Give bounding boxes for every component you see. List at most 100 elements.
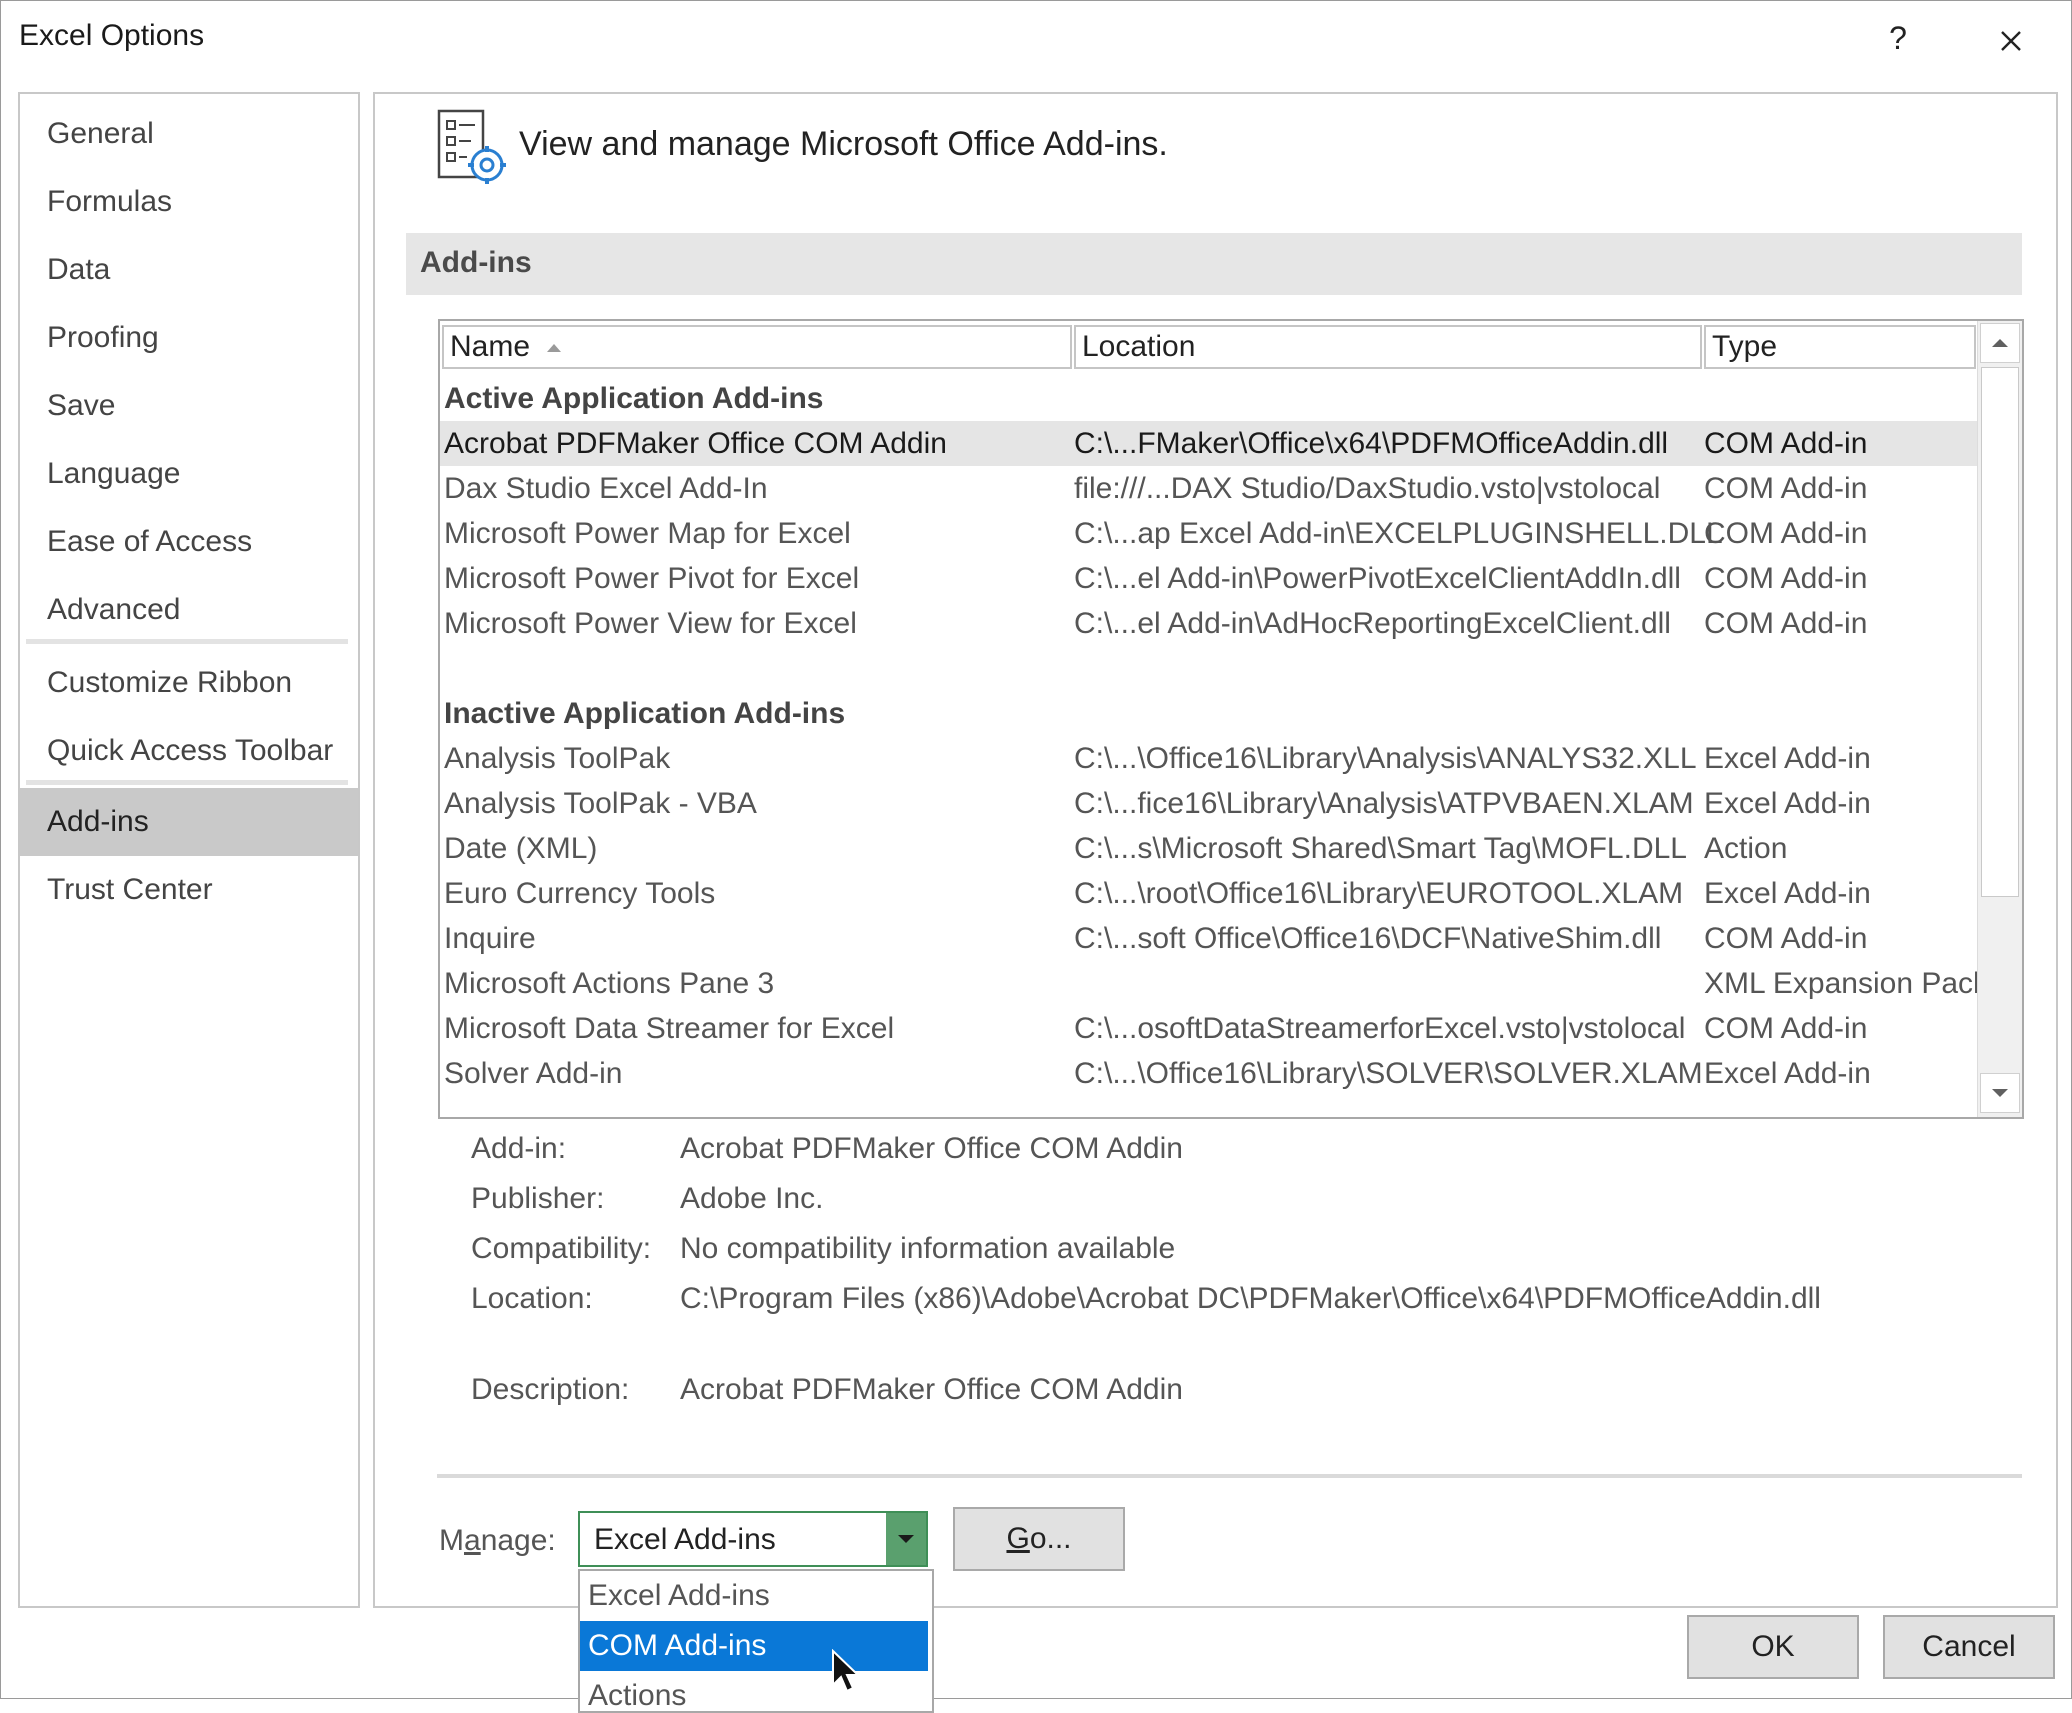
close-icon — [2001, 30, 2021, 51]
detail-description-value: Acrobat PDFMaker Office COM Addin — [680, 1373, 1183, 1406]
group-header-active: Active Application Add-ins — [440, 376, 1977, 421]
table-row[interactable]: Dax Studio Excel Add-In file:///...DAX S… — [440, 466, 1977, 511]
nav-item-save[interactable]: Save — [20, 372, 358, 440]
help-button[interactable]: ? — [1873, 15, 1923, 61]
addin-location: C:\...osoftDataStreamerforExcel.vsto|vst… — [1074, 1012, 1686, 1045]
table-row[interactable]: Date (XML) C:\...s\Microsoft Shared\Smar… — [440, 826, 1977, 871]
addin-location: C:\...soft Office\Office16\DCF\NativeShi… — [1074, 922, 1662, 955]
addins-list[interactable]: Name Location Type Active Application Ad… — [438, 319, 2024, 1119]
table-row[interactable]: Inquire C:\...soft Office\Office16\DCF\N… — [440, 916, 1977, 961]
dropdown-option-com-addins[interactable]: COM Add-ins — [580, 1621, 928, 1671]
scroll-up-button[interactable] — [1980, 323, 2020, 363]
panel-divider — [437, 1474, 2022, 1478]
addin-location: C:\...FMaker\Office\x64\PDFMOfficeAddin.… — [1074, 427, 1669, 460]
go-button[interactable]: Go... — [953, 1507, 1125, 1571]
chevron-down-icon — [898, 1535, 914, 1543]
addin-name: Microsoft Power Map for Excel — [444, 517, 851, 550]
table-row[interactable]: Euro Currency Tools C:\...\root\Office16… — [440, 871, 1977, 916]
list-scrollbar[interactable] — [1977, 321, 2022, 1117]
addin-location: C:\...s\Microsoft Shared\Smart Tag\MOFL.… — [1074, 832, 1687, 865]
table-row[interactable]: Analysis ToolPak - VBA C:\...fice16\Libr… — [440, 781, 1977, 826]
manage-dropdown-button[interactable] — [886, 1513, 926, 1565]
detail-publisher-value: Adobe Inc. — [680, 1182, 824, 1215]
addin-type: Action — [1704, 832, 1788, 865]
section-title: Add-ins — [420, 246, 532, 279]
column-header-location[interactable]: Location — [1074, 325, 1702, 369]
addin-name: Dax Studio Excel Add-In — [444, 472, 768, 505]
addins-settings-icon — [437, 109, 506, 184]
cancel-button[interactable]: Cancel — [1883, 1615, 2055, 1679]
table-row[interactable]: Microsoft Data Streamer for Excel C:\...… — [440, 1006, 1977, 1051]
table-row[interactable]: Solver Add-in C:\...\Office16\Library\SO… — [440, 1051, 1977, 1096]
addin-location: C:\...el Add-in\PowerPivotExcelClientAdd… — [1074, 562, 1681, 595]
group-title: Inactive Application Add-ins — [444, 697, 846, 730]
sort-ascending-icon — [547, 344, 562, 353]
manage-select[interactable]: Excel Add-ins — [578, 1511, 928, 1567]
mouse-cursor-icon — [832, 1649, 861, 1693]
addin-name: Inquire — [444, 922, 536, 955]
table-row[interactable]: Analysis ToolPak C:\...\Office16\Library… — [440, 736, 1977, 781]
nav-divider — [26, 639, 348, 644]
addin-name: Microsoft Data Streamer for Excel — [444, 1012, 895, 1045]
column-header-type[interactable]: Type — [1704, 325, 1976, 369]
table-row[interactable]: Acrobat PDFMaker Office COM Addin C:\...… — [440, 421, 1977, 466]
close-button[interactable] — [1986, 15, 2036, 61]
nav-item-customize-ribbon[interactable]: Customize Ribbon — [20, 649, 358, 717]
addin-name: Microsoft Power Pivot for Excel — [444, 562, 860, 595]
addin-name: Analysis ToolPak - VBA — [444, 787, 757, 820]
nav-item-add-ins[interactable]: Add-ins — [20, 788, 358, 856]
nav-item-general[interactable]: General — [20, 100, 358, 168]
addin-name: Microsoft Actions Pane 3 — [444, 967, 775, 1000]
table-row[interactable]: Microsoft Power Pivot for Excel C:\...el… — [440, 556, 1977, 601]
addin-type: COM Add-in — [1704, 922, 1868, 955]
nav-item-formulas[interactable]: Formulas — [20, 168, 358, 236]
detail-description-label: Description: — [471, 1373, 630, 1406]
nav-item-data[interactable]: Data — [20, 236, 358, 304]
addin-type: COM Add-in — [1704, 607, 1868, 640]
scroll-thumb[interactable] — [1981, 367, 2019, 897]
detail-location-value: C:\Program Files (x86)\Adobe\Acrobat DC\… — [680, 1282, 1821, 1315]
dropdown-option-excel-addins[interactable]: Excel Add-ins — [580, 1571, 928, 1621]
column-header-label: Type — [1712, 330, 1778, 363]
nav-item-trust-center[interactable]: Trust Center — [20, 856, 358, 924]
addin-type: COM Add-in — [1704, 472, 1868, 505]
addin-name: Acrobat PDFMaker Office COM Addin — [444, 427, 947, 460]
manage-select-value: Excel Add-ins — [594, 1523, 776, 1556]
excel-options-dialog: Excel Options ? General Formulas Data Pr… — [0, 0, 2072, 1713]
column-header-label: Name — [450, 330, 531, 363]
detail-compatibility-label: Compatibility: — [471, 1232, 652, 1265]
group-title: Active Application Add-ins — [444, 382, 824, 415]
detail-location-label: Location: — [471, 1282, 593, 1315]
options-nav: General Formulas Data Proofing Save Lang… — [18, 92, 360, 1608]
addin-location: file:///...DAX Studio/DaxStudio.vsto|vst… — [1074, 472, 1661, 505]
nav-item-ease-of-access[interactable]: Ease of Access — [20, 508, 358, 576]
table-row[interactable]: Microsoft Actions Pane 3 XML Expansion P… — [440, 961, 1988, 1006]
detail-publisher-label: Publisher: — [471, 1182, 605, 1215]
detail-addin-value: Acrobat PDFMaker Office COM Addin — [680, 1132, 1183, 1165]
nav-item-language[interactable]: Language — [20, 440, 358, 508]
addin-location: C:\...\Office16\Library\SOLVER\SOLVER.XL… — [1074, 1057, 1703, 1090]
header-text: View and manage Microsoft Office Add-ins… — [519, 125, 1168, 163]
column-header-label: Location — [1082, 330, 1196, 363]
table-row[interactable]: Microsoft Power Map for Excel C:\...ap E… — [440, 511, 1977, 556]
table-row[interactable]: Microsoft Power View for Excel C:\...el … — [440, 601, 1977, 646]
scroll-down-button[interactable] — [1980, 1073, 2020, 1113]
addin-type: Excel Add-in — [1704, 1057, 1871, 1090]
addin-location: C:\...ap Excel Add-in\EXCELPLUGINSHELL.D… — [1074, 517, 1723, 550]
nav-item-advanced[interactable]: Advanced — [20, 576, 358, 644]
addin-name: Microsoft Power View for Excel — [444, 607, 857, 640]
addin-type: COM Add-in — [1704, 1012, 1868, 1045]
addin-location: C:\...el Add-in\AdHocReportingExcelClien… — [1074, 607, 1671, 640]
dropdown-option-actions[interactable]: Actions — [580, 1671, 928, 1711]
addin-type: Excel Add-in — [1704, 742, 1871, 775]
detail-addin-label: Add-in: — [471, 1132, 567, 1165]
addin-location: C:\...fice16\Library\Analysis\ATPVBAEN.X… — [1074, 787, 1694, 820]
nav-item-quick-access-toolbar[interactable]: Quick Access Toolbar — [20, 717, 358, 785]
ok-button[interactable]: OK — [1687, 1615, 1859, 1679]
addin-type: COM Add-in — [1704, 427, 1868, 460]
group-header-inactive: Inactive Application Add-ins — [440, 691, 1977, 736]
nav-item-proofing[interactable]: Proofing — [20, 304, 358, 372]
column-header-name[interactable]: Name — [442, 325, 1072, 369]
window-title: Excel Options — [19, 19, 205, 52]
scroll-down-icon — [1992, 1089, 2008, 1097]
